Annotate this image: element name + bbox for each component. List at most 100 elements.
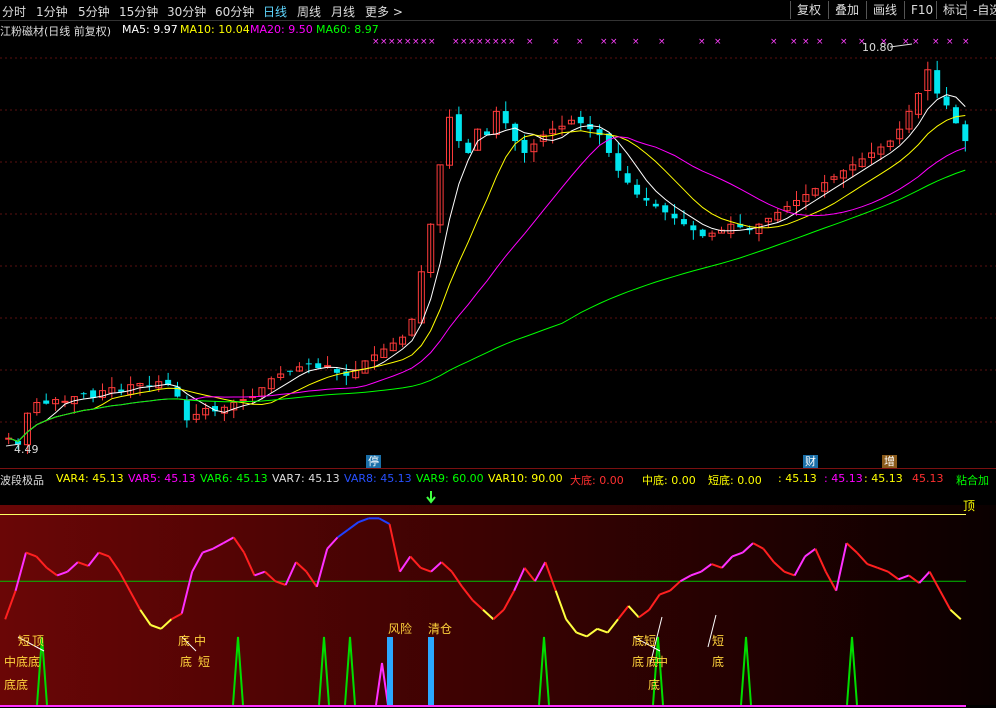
clear-bar bbox=[428, 637, 434, 705]
candlestick-chart[interactable]: × × × × × × × × × × × × × × × × × × × × × × × × × × × × × × × × × × × × × bbox=[0, 36, 996, 468]
extra-value-2: : 45.13 bbox=[824, 472, 863, 485]
period-intraday[interactable]: 分时 bbox=[2, 3, 26, 20]
extra-value-4: 45.13 bbox=[912, 472, 944, 485]
marker-x: × bbox=[658, 37, 666, 47]
candle-body bbox=[587, 124, 594, 130]
overlay-button[interactable]: 叠加 bbox=[828, 1, 865, 19]
marker-x: × bbox=[912, 37, 920, 47]
candle-body bbox=[43, 400, 50, 404]
candle-body bbox=[624, 173, 631, 183]
candle-body bbox=[643, 197, 650, 201]
draw-button[interactable]: 画线 bbox=[866, 1, 903, 19]
indicator-name[interactable]: 波段极品 bbox=[0, 472, 44, 488]
signal-label: 底 bbox=[4, 678, 17, 692]
candle-body bbox=[680, 219, 687, 225]
top-level-label: 顶 bbox=[963, 499, 976, 513]
candle-body bbox=[943, 96, 950, 106]
watchlist-button[interactable]: -自选 bbox=[966, 1, 996, 19]
panel-divider bbox=[0, 468, 996, 469]
period-daily[interactable]: 日线 bbox=[263, 3, 287, 20]
var5-value: VAR5: 45.13 bbox=[128, 472, 196, 485]
candle-body bbox=[690, 225, 697, 231]
candle-body bbox=[465, 142, 472, 153]
var9-value: VAR9: 60.00 bbox=[416, 472, 484, 485]
signal-label: 底 bbox=[16, 655, 29, 669]
period-weekly[interactable]: 周线 bbox=[297, 3, 321, 20]
marker-x: × bbox=[388, 37, 396, 47]
marker-x: × bbox=[428, 37, 436, 47]
period-5min[interactable]: 5分钟 bbox=[78, 3, 110, 20]
period-1min[interactable]: 1分钟 bbox=[36, 3, 68, 20]
marker-x: × bbox=[816, 37, 824, 47]
marker-x: × bbox=[840, 37, 848, 47]
marker-x: × bbox=[372, 37, 380, 47]
var8-value: VAR8: 45.13 bbox=[344, 472, 412, 485]
candle-body bbox=[934, 70, 941, 94]
candle-body bbox=[455, 114, 462, 142]
candle-body bbox=[315, 363, 322, 369]
marker-x: × bbox=[412, 37, 420, 47]
candle-body bbox=[952, 107, 959, 124]
ma10-value: MA10: 10.04 bbox=[180, 23, 250, 36]
marker-x: × bbox=[770, 37, 778, 47]
candle-body bbox=[324, 365, 332, 368]
candle-body bbox=[652, 203, 659, 207]
marker-x: × bbox=[508, 37, 516, 47]
marker-x: × bbox=[420, 37, 428, 47]
candle-body bbox=[61, 400, 69, 403]
increase-flag[interactable]: 增 bbox=[882, 455, 897, 468]
marker-x: × bbox=[946, 37, 954, 47]
marker-x: × bbox=[404, 37, 412, 47]
marker-x: × bbox=[576, 37, 584, 47]
marker-x: × bbox=[698, 37, 706, 47]
signal-label: 短 bbox=[198, 655, 211, 669]
period-15min[interactable]: 15分钟 bbox=[119, 3, 158, 20]
candle-body bbox=[662, 205, 669, 213]
ma-line-ma60 bbox=[8, 169, 966, 442]
suspension-flag[interactable]: 停 bbox=[366, 455, 381, 468]
candle-body bbox=[634, 184, 641, 195]
marker-x: × bbox=[632, 37, 640, 47]
signal-label: 底 bbox=[178, 634, 191, 648]
financial-flag[interactable]: 财 bbox=[803, 455, 818, 468]
signal-label: 底 bbox=[16, 678, 29, 692]
indicator-chart[interactable] bbox=[0, 487, 996, 708]
signal-label: 短 bbox=[644, 634, 657, 648]
extra-value-1: : 45.13 bbox=[778, 472, 817, 485]
marker-x: × bbox=[468, 37, 476, 47]
signal-label: 底 bbox=[180, 655, 193, 669]
period-toolbar: 分时 1分钟 5分钟 15分钟 30分钟 60分钟 日线 周线 月线 更多 > … bbox=[0, 0, 996, 21]
adjust-button[interactable]: 复权 bbox=[790, 1, 827, 19]
sticky-label: 粘合加 bbox=[956, 474, 989, 487]
f10-button[interactable]: F10 bbox=[904, 1, 939, 19]
signal-label: 底 bbox=[648, 678, 661, 692]
signal-label: 底 bbox=[646, 655, 659, 669]
candle-body bbox=[512, 123, 519, 142]
signal-label: 底 bbox=[632, 655, 645, 669]
marker-x: × bbox=[600, 37, 608, 47]
ma-line-ma10 bbox=[8, 115, 966, 442]
candle-body bbox=[521, 139, 528, 153]
var10-value: VAR10: 90.00 bbox=[488, 472, 563, 485]
signal-label: 底 bbox=[712, 655, 725, 669]
period-30min[interactable]: 30分钟 bbox=[167, 3, 206, 20]
candle-body bbox=[671, 213, 678, 219]
duandi-value: 短底: 0.00 bbox=[708, 474, 762, 487]
candle-body bbox=[90, 390, 97, 398]
period-more[interactable]: 更多 > bbox=[365, 3, 403, 20]
marker-x: × bbox=[396, 37, 404, 47]
ma60-value: MA60: 8.97 bbox=[316, 23, 379, 36]
candle-body bbox=[287, 370, 294, 372]
marker-x: × bbox=[452, 37, 460, 47]
period-60min[interactable]: 60分钟 bbox=[215, 3, 254, 20]
extra-value-3: : 45.13 bbox=[864, 472, 903, 485]
marker-x: × bbox=[552, 37, 560, 47]
signal-label: 中 bbox=[4, 655, 17, 669]
low-price-label: 4.49 bbox=[14, 443, 39, 456]
candle-body bbox=[605, 133, 612, 153]
clear-position-label: 清仓 bbox=[428, 622, 453, 636]
marker-x: × bbox=[932, 37, 940, 47]
marker-x: × bbox=[460, 37, 468, 47]
period-monthly[interactable]: 月线 bbox=[331, 3, 355, 20]
candle-body bbox=[577, 116, 584, 124]
